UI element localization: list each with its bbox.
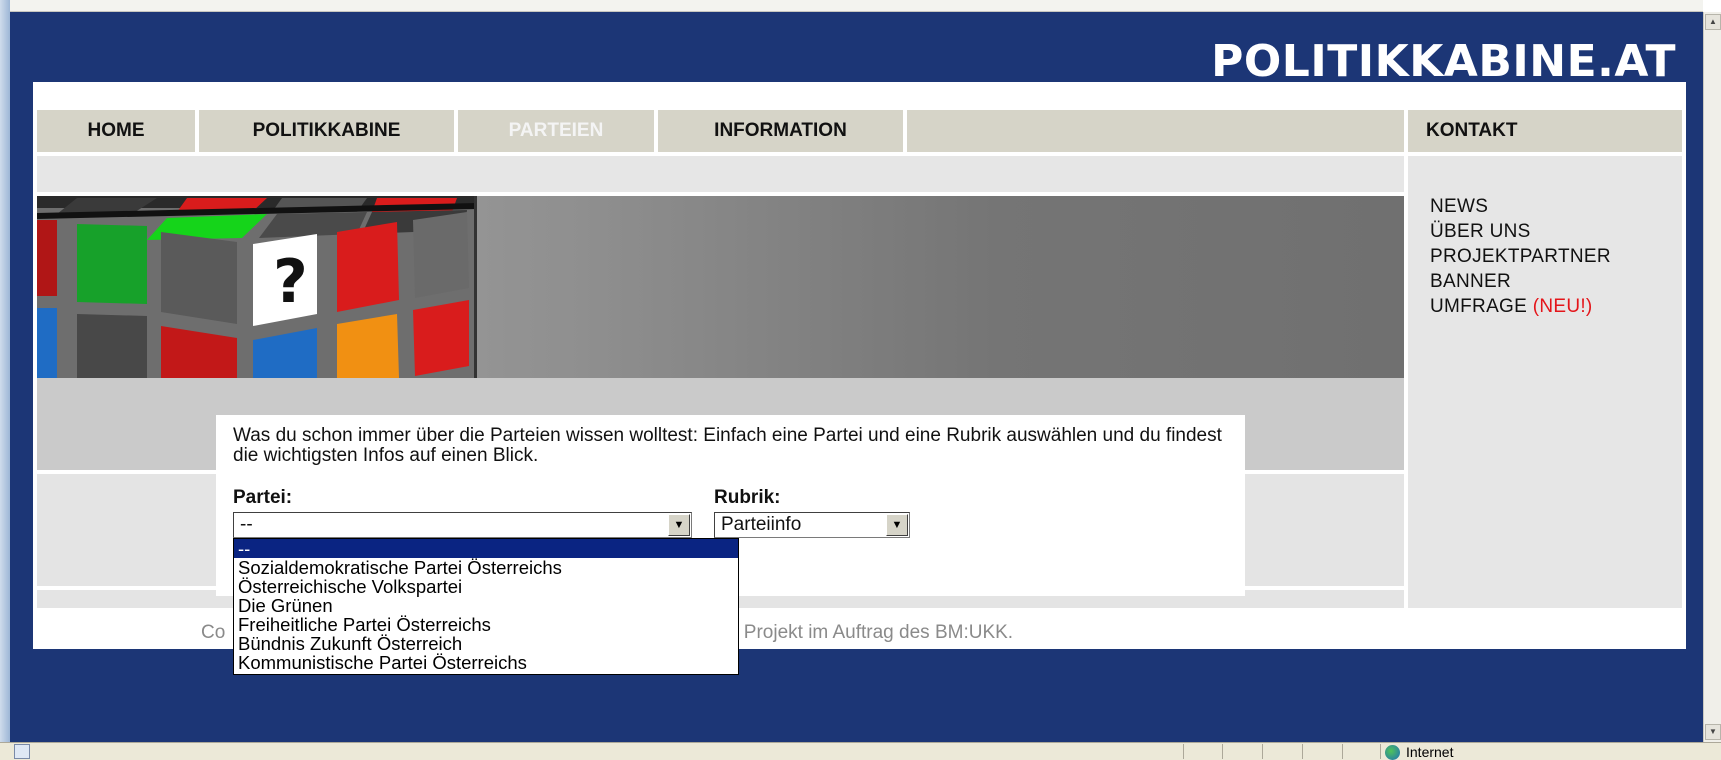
status-divider: [1380, 744, 1381, 759]
party-option[interactable]: Sozialdemokratische Partei Österreichs: [234, 558, 738, 577]
party-option[interactable]: Die Grünen: [234, 596, 738, 615]
security-zone-label: Internet: [1406, 744, 1454, 760]
svg-text:?: ?: [273, 247, 308, 317]
party-option[interactable]: Österreichische Volkspartei: [234, 577, 738, 596]
scroll-down-icon[interactable]: ▼: [1705, 724, 1721, 740]
party-option[interactable]: Bündnis Zukunft Österreich: [234, 634, 738, 653]
status-bar: Internet: [0, 742, 1721, 760]
sidebar-item-projektpartner[interactable]: PROJEKTPARTNER: [1430, 244, 1611, 269]
page-status-icon: [14, 744, 30, 759]
party-option[interactable]: Kommunistische Partei Österreichs: [234, 653, 738, 672]
nav-kontakt[interactable]: KONTAKT: [1408, 110, 1682, 152]
nav-parteien[interactable]: PARTEIEN: [458, 110, 654, 152]
sidebar-item-banner[interactable]: BANNER: [1430, 269, 1611, 294]
party-select-value: --: [240, 514, 253, 535]
party-dropdown-list[interactable]: -- Sozialdemokratische Partei Österreich…: [233, 538, 739, 675]
sidebar-item-umfrage-label: UMFRAGE: [1430, 296, 1528, 317]
status-divider: [1183, 744, 1184, 759]
sub-navigation-bar: [37, 156, 1404, 192]
footer-text-right: s. Ein Projekt im Auftrag des BM:UKK.: [691, 622, 1014, 643]
header-banner: ?: [37, 196, 1404, 378]
window-top-edge: [10, 0, 1703, 12]
intro-text: Was du schon immer über die Parteien wis…: [233, 425, 1222, 466]
status-divider: [1262, 744, 1263, 759]
chevron-down-icon[interactable]: ▼: [668, 514, 690, 536]
window-left-edge: [0, 0, 10, 742]
vertical-scrollbar[interactable]: ▲ ▼: [1703, 12, 1721, 742]
globe-icon: [1385, 744, 1400, 760]
scroll-up-icon[interactable]: ▲: [1705, 14, 1721, 30]
nav-information[interactable]: INFORMATION: [658, 110, 903, 152]
nav-spacer: [907, 110, 1404, 152]
party-option[interactable]: --: [234, 539, 738, 558]
sidebar-item-ueber-uns[interactable]: ÜBER UNS: [1430, 219, 1611, 244]
sidebar-item-umfrage[interactable]: UMFRAGE (NEU!): [1430, 294, 1611, 319]
sidebar-panel: NEWS ÜBER UNS PROJEKTPARTNER BANNER UMFR…: [1408, 156, 1682, 608]
party-option[interactable]: Freiheitliche Partei Österreichs: [234, 615, 738, 634]
status-divider: [1302, 744, 1303, 759]
party-label: Partei:: [233, 487, 293, 508]
puzzle-cube-image: ?: [37, 196, 480, 378]
chevron-down-icon[interactable]: ▼: [886, 514, 908, 536]
browser-viewport: POLITIKKABINE.AT HOME POLITIKKABINE PART…: [10, 12, 1703, 742]
category-label: Rubrik:: [714, 487, 781, 508]
nav-politikkabine[interactable]: POLITIKKABINE: [199, 110, 454, 152]
category-select-value: Parteiinfo: [721, 514, 802, 535]
category-select[interactable]: Parteiinfo ▼: [714, 512, 910, 538]
new-badge: (NEU!): [1532, 296, 1593, 317]
party-select[interactable]: -- ▼: [233, 512, 692, 538]
site-logo[interactable]: POLITIKKABINE.AT: [1211, 36, 1676, 87]
sidebar-item-news[interactable]: NEWS: [1430, 194, 1611, 219]
footer-text-left: Co: [201, 622, 226, 643]
nav-home[interactable]: HOME: [37, 110, 195, 152]
security-zone: Internet: [1385, 744, 1453, 760]
sidebar-menu: NEWS ÜBER UNS PROJEKTPARTNER BANNER UMFR…: [1430, 194, 1611, 319]
status-divider: [1222, 744, 1223, 759]
status-divider: [1342, 744, 1343, 759]
